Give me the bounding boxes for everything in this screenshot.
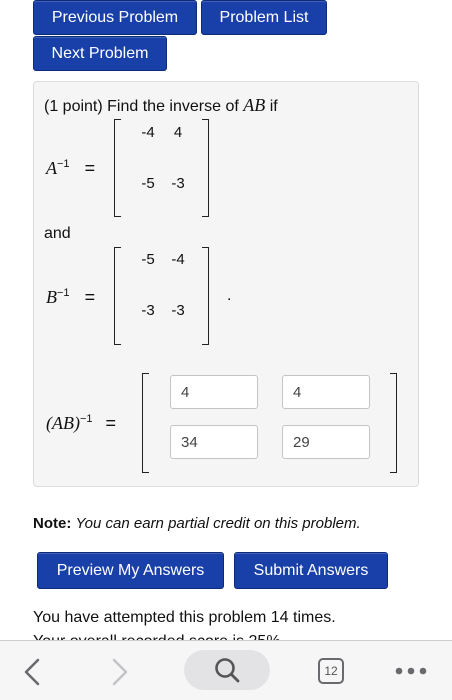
points-label: (1 point) <box>44 98 103 115</box>
problem-statement: (1 point) Find the inverse of AB if <box>44 95 278 116</box>
answer-input-r2c1[interactable]: 34 <box>170 425 258 459</box>
forward-arrow-icon[interactable] <box>110 657 130 687</box>
b-matrix-cell: -4 <box>171 251 185 268</box>
preview-answers-button[interactable]: Preview My Answers <box>37 552 224 589</box>
submit-answers-button[interactable]: Submit Answers <box>234 552 388 589</box>
answer-input-r1c1[interactable]: 4 <box>170 375 258 409</box>
b-matrix-cell: -3 <box>171 302 185 319</box>
next-problem-button[interactable]: Next Problem <box>33 36 167 71</box>
partial-credit-note: Note: You can earn partial credit on thi… <box>33 515 361 532</box>
equals-sign: = <box>105 413 117 433</box>
attempts-text: You have attempted this problem 14 times… <box>33 609 336 626</box>
period: . <box>227 287 232 304</box>
a-matrix-cell: -3 <box>171 175 185 192</box>
a-matrix-right-bracket <box>202 119 209 217</box>
more-options-icon[interactable] <box>394 665 430 677</box>
score-text: Your overall recorded score is 25%. <box>33 632 285 640</box>
ab-inverse-label: (AB)−1 = <box>46 413 116 434</box>
a-matrix-left-bracket <box>114 119 121 217</box>
prompt-suffix: if <box>269 98 278 115</box>
b-inverse-label: B−1 = <box>46 287 95 308</box>
previous-problem-button[interactable]: Previous Problem <box>33 0 197 35</box>
b-matrix-cell: -3 <box>141 302 155 319</box>
answer-input-r2c2[interactable]: 29 <box>282 425 370 459</box>
ab-matrix-left-bracket <box>142 373 149 473</box>
browser-toolbar: 12 <box>0 640 452 700</box>
problem-list-button[interactable]: Problem List <box>201 0 327 35</box>
b-matrix-cell: -5 <box>141 251 155 268</box>
b-matrix-left-bracket <box>114 247 121 345</box>
prompt-variable: AB <box>243 95 266 115</box>
answer-input-r1c2[interactable]: 4 <box>282 375 370 409</box>
b-superscript: −1 <box>57 287 70 299</box>
ab-superscript: −1 <box>79 413 93 425</box>
search-icon <box>215 658 240 683</box>
equals-sign: = <box>84 158 96 178</box>
a-symbol: A <box>46 158 57 178</box>
equals-sign: = <box>84 287 96 307</box>
a-matrix-cell: -4 <box>141 124 155 141</box>
note-text: You can earn partial credit on this prob… <box>75 515 361 532</box>
b-matrix-right-bracket <box>202 247 209 345</box>
tabs-button[interactable]: 12 <box>318 658 344 684</box>
a-matrix-cell: 4 <box>173 124 183 141</box>
a-superscript: −1 <box>57 158 70 170</box>
note-label: Note: <box>33 515 72 532</box>
a-matrix-cell: -5 <box>141 175 155 192</box>
search-button[interactable] <box>184 650 270 690</box>
ab-matrix-right-bracket <box>390 373 397 473</box>
prompt-text: Find the inverse of <box>107 98 239 115</box>
and-text: and <box>44 225 71 242</box>
tab-count: 12 <box>324 664 338 678</box>
back-arrow-icon[interactable] <box>22 657 42 687</box>
a-inverse-label: A−1 = <box>46 158 95 179</box>
ab-symbol: (AB) <box>46 413 80 433</box>
b-symbol: B <box>46 287 57 307</box>
